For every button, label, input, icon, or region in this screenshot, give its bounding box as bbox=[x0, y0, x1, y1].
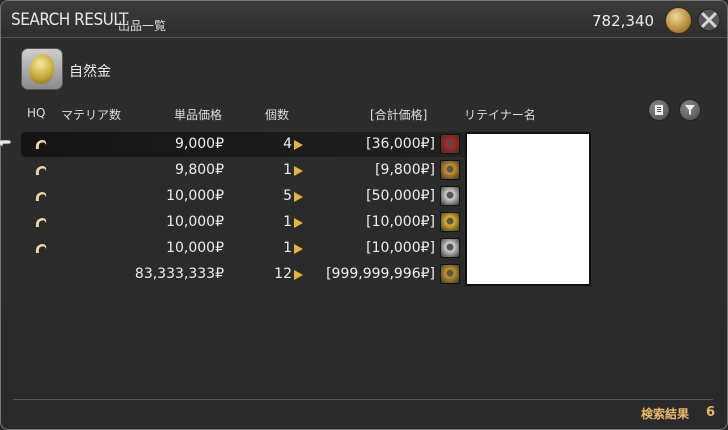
arrow-right-icon bbox=[294, 218, 303, 228]
quantity: 1 bbox=[283, 240, 292, 256]
unit-price: 9,000₽ bbox=[175, 136, 224, 152]
arrow-right-icon bbox=[294, 166, 303, 176]
footer-divider bbox=[13, 399, 713, 400]
gold-crest-icon bbox=[440, 160, 460, 180]
total-price: [10,000₽] bbox=[366, 214, 435, 230]
hq-icon bbox=[35, 192, 47, 201]
swirl-icon bbox=[440, 186, 460, 206]
arrow-right-icon bbox=[294, 270, 303, 280]
hq-icon bbox=[35, 166, 47, 175]
hand-pointer-icon bbox=[0, 139, 12, 147]
column-total[interactable]: [合計価格] bbox=[370, 106, 427, 123]
total-price: [999,999,996₽] bbox=[326, 266, 435, 282]
hq-icon bbox=[35, 218, 47, 227]
retainer-names-redacted bbox=[465, 132, 591, 286]
title-bar[interactable]: SEARCH RESULT 出品一覧 782,340 bbox=[1, 1, 727, 38]
filter-icon bbox=[685, 105, 695, 115]
gil-amount: 782,340 bbox=[592, 12, 655, 30]
item-name: 自然金 bbox=[69, 64, 111, 80]
quantity: 1 bbox=[283, 162, 292, 178]
history-icon bbox=[655, 105, 663, 115]
unit-price: 10,000₽ bbox=[166, 214, 224, 230]
column-unit-price[interactable]: 単品価格 bbox=[174, 106, 222, 123]
filter-button[interactable] bbox=[679, 99, 701, 121]
unit-price: 83,333,333₽ bbox=[134, 266, 224, 282]
result-count: 6 bbox=[706, 405, 716, 420]
swirl-icon bbox=[440, 238, 460, 258]
red-city-icon bbox=[440, 134, 460, 154]
gold-nugget-icon bbox=[27, 51, 57, 87]
close-x-icon[interactable] bbox=[697, 8, 721, 32]
arrow-right-icon bbox=[294, 244, 303, 254]
column-quantity[interactable]: 個数 bbox=[265, 106, 289, 123]
item-icon-frame[interactable] bbox=[21, 48, 63, 90]
gold-crest-icon bbox=[440, 264, 460, 284]
unit-price: 10,000₽ bbox=[166, 240, 224, 256]
arrow-right-icon bbox=[294, 140, 303, 150]
search-result-window: SEARCH RESULT 出品一覧 782,340 自然金 HQ マテリア数 … bbox=[0, 0, 728, 430]
result-count-label: 検索結果 bbox=[641, 407, 690, 421]
quantity: 12 bbox=[274, 266, 292, 282]
quantity: 5 bbox=[283, 188, 292, 204]
column-retainer[interactable]: リテイナー名 bbox=[464, 106, 536, 123]
yellow-crest-icon bbox=[440, 212, 460, 232]
unit-price: 10,000₽ bbox=[166, 188, 224, 204]
total-price: [10,000₽] bbox=[366, 240, 435, 256]
window-title: SEARCH RESULT bbox=[11, 10, 128, 30]
hq-icon bbox=[35, 140, 47, 149]
total-price: [36,000₽] bbox=[366, 136, 435, 152]
column-materia[interactable]: マテリア数 bbox=[61, 106, 121, 123]
quantity: 4 bbox=[283, 136, 292, 152]
history-button[interactable] bbox=[648, 99, 670, 121]
unit-price: 9,800₽ bbox=[175, 162, 224, 178]
window-subtitle: 出品一覧 bbox=[118, 19, 167, 33]
hq-icon bbox=[35, 244, 47, 253]
total-price: [50,000₽] bbox=[366, 188, 435, 204]
gil-coin-icon bbox=[665, 7, 692, 34]
total-price: [9,800₽] bbox=[375, 162, 435, 178]
arrow-right-icon bbox=[294, 192, 303, 202]
quantity: 1 bbox=[283, 214, 292, 230]
column-hq[interactable]: HQ bbox=[27, 106, 45, 120]
